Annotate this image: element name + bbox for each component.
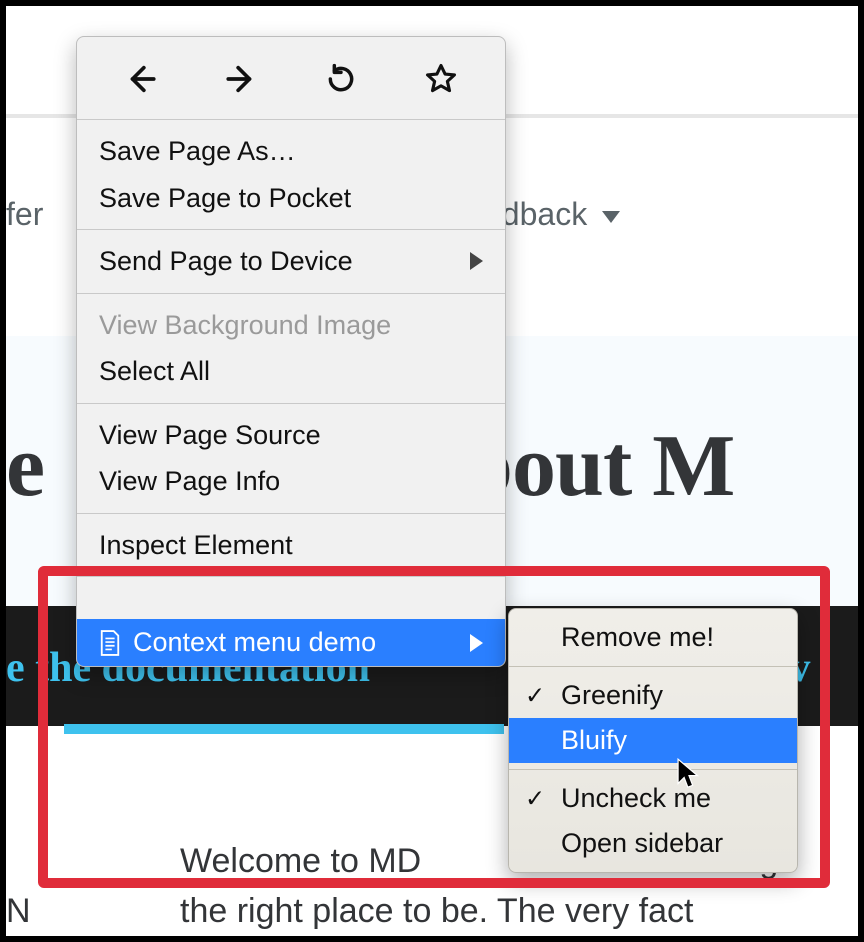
submenu-item-label: Bluify — [561, 725, 627, 755]
back-button[interactable] — [121, 59, 161, 99]
menu-item-label: Send Page to Device — [99, 244, 353, 279]
menu-item-save-to-pocket[interactable]: Save Page to Pocket — [77, 175, 505, 222]
chevron-down-icon — [602, 211, 620, 223]
menu-item-context-menu-demo[interactable]: Context menu demo — [77, 619, 505, 666]
submenu-item-open-sidebar[interactable]: Open sidebar — [509, 821, 797, 866]
document-icon — [99, 630, 121, 656]
check-icon: ✓ — [525, 680, 545, 711]
submenu-arrow-icon — [470, 252, 483, 270]
reload-button[interactable] — [321, 59, 361, 99]
menu-item-inspect-element[interactable]: Inspect Element — [77, 522, 505, 569]
submenu-arrow-icon — [470, 634, 483, 652]
submenu-item-uncheck-me[interactable]: ✓ Uncheck me — [509, 776, 797, 821]
submenu-item-remove-me[interactable]: Remove me! — [509, 615, 797, 660]
star-icon — [424, 62, 458, 96]
context-submenu: Remove me! ✓ Greenify Bluify ✓ Uncheck m… — [508, 608, 798, 873]
menu-item-view-background-image: View Background Image — [77, 302, 505, 349]
link-underline — [64, 724, 504, 734]
submenu-item-label: Greenify — [561, 680, 663, 710]
submenu-item-label: Uncheck me — [561, 783, 711, 813]
menu-item-save-page-as[interactable]: Save Page As… — [77, 128, 505, 175]
forward-button[interactable] — [221, 59, 261, 99]
menu-item-select-all[interactable]: Select All — [77, 348, 505, 395]
nav-fragment-left: fer — [6, 196, 43, 233]
reload-icon — [325, 63, 357, 95]
submenu-item-greenify[interactable]: ✓ Greenify — [509, 673, 797, 718]
check-icon: ✓ — [525, 783, 545, 814]
menu-item-view-page-source[interactable]: View Page Source — [77, 412, 505, 459]
context-menu: Save Page As… Save Page to Pocket Send P… — [76, 36, 506, 667]
menu-item-view-page-info[interactable]: View Page Info — [77, 458, 505, 505]
context-menu-toolbar — [77, 37, 505, 119]
menu-item-send-to-device[interactable]: Send Page to Device — [77, 238, 505, 285]
menu-item-label: Context menu demo — [133, 625, 376, 660]
submenu-item-bluify[interactable]: Bluify — [509, 718, 797, 763]
bookmark-button[interactable] — [421, 59, 461, 99]
arrow-left-icon — [124, 62, 158, 96]
body-fragment-left: N — [6, 892, 31, 931]
body-paragraph-line2: the right place to be. The very fact — [180, 892, 693, 931]
arrow-right-icon — [224, 62, 258, 96]
